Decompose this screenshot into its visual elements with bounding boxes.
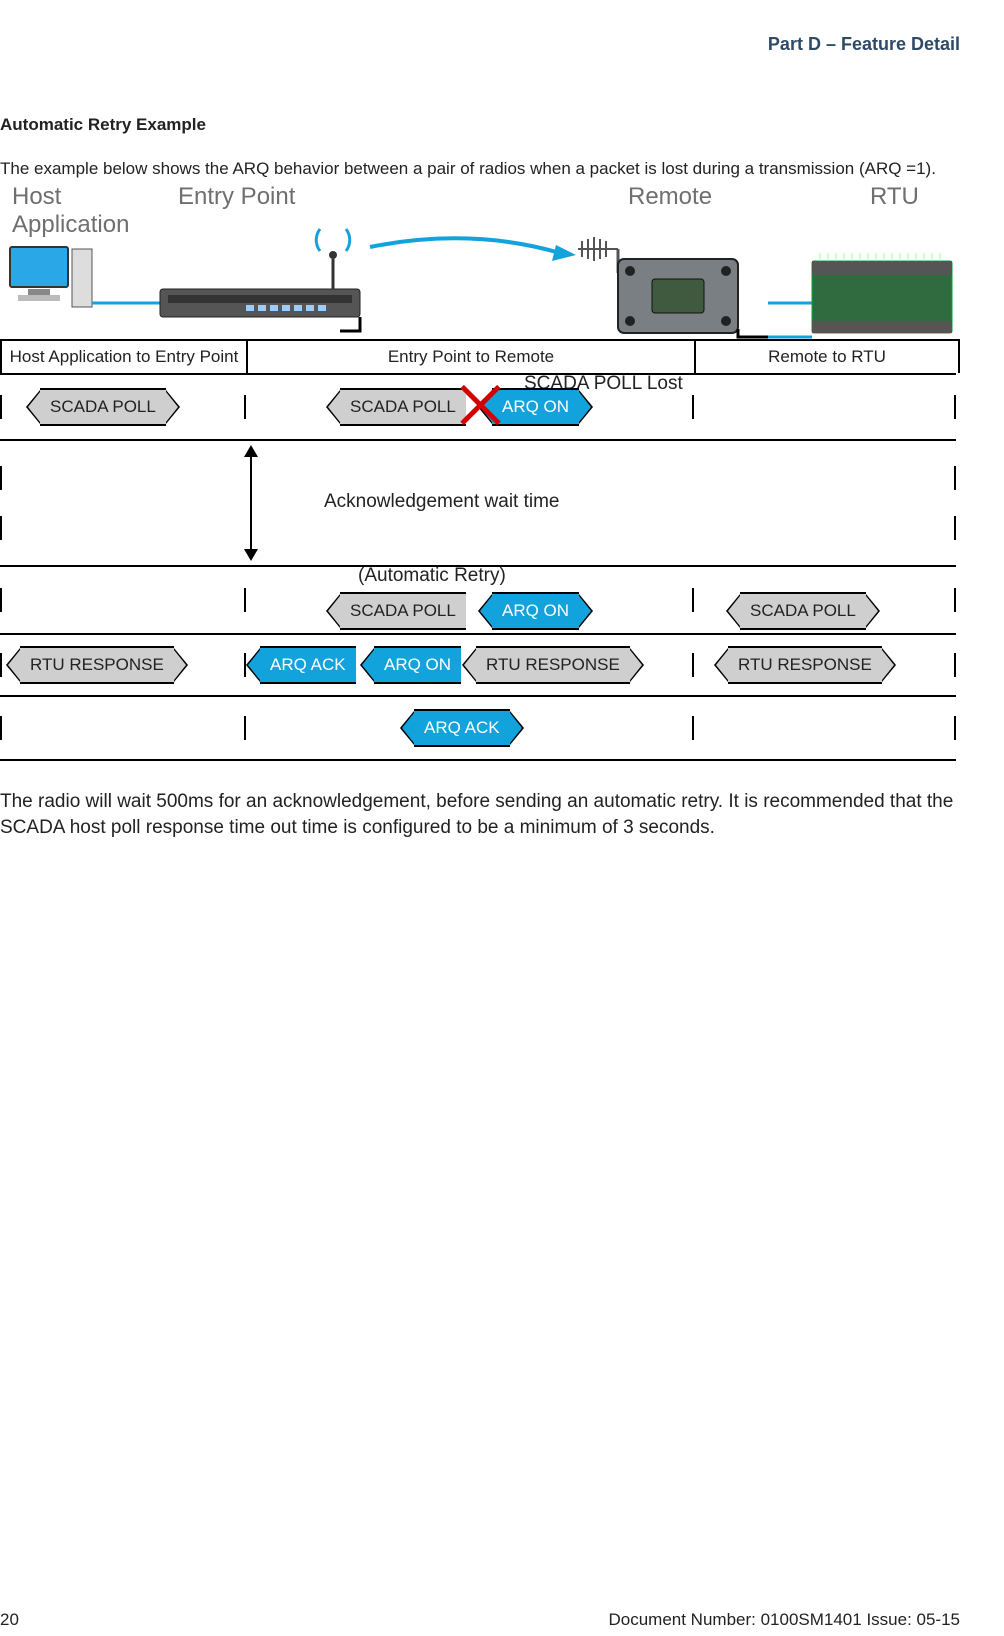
tag-scada-poll-2: SCADA POLL [326,390,466,424]
tag-scada-poll-1: SCADA POLL [26,390,180,424]
tag-rtu-resp-2: RTU RESPONSE [462,648,644,682]
page-footer: 20 Document Number: 0100SM1401 Issue: 05… [0,1610,960,1630]
column-headers: Host Application to Entry Point Entry Po… [0,339,960,373]
tag-rtu-resp-1: RTU RESPONSE [6,648,188,682]
col-header-2: Entry Point to Remote [248,341,696,373]
lane-end [0,759,956,761]
page-title: Automatic Retry Example [0,115,960,135]
tag-arq-ack-1: ARQ ACK [246,648,356,682]
lane-5: ARQ ACK [0,695,956,759]
lane-1: SCADA POLL Lost SCADA POLL SCADA POLL AR… [0,373,956,439]
tag-rtu-resp-3: RTU RESPONSE [714,648,896,682]
closing-text: The radio will wait 500ms for an acknowl… [0,789,960,840]
lane-2: Acknowledgement wait time [0,439,956,565]
tag-arq-ack-2: ARQ ACK [400,711,524,745]
tag-scada-poll-3: SCADA POLL [326,594,466,628]
wait-arrow [250,447,252,559]
intro-text: The example below shows the ARQ behavior… [0,159,960,179]
tag-scada-poll-4: SCADA POLL [726,594,880,628]
page-number: 20 [0,1610,19,1630]
cross-icon [456,381,504,429]
section-header: Part D – Feature Detail [0,34,960,55]
label-remote: Remote [628,183,712,211]
col-header-3: Remote to RTU [696,341,958,373]
device-row: Host Application Entry Point Remote RTU [0,189,960,339]
lane-4: RTU RESPONSE ARQ ACK ARQ ON RTU RESPONSE… [0,633,956,695]
annotation-auto-retry: (Automatic Retry) [358,565,506,587]
label-rtu: RTU [870,183,919,211]
doc-number: Document Number: 0100SM1401 Issue: 05-15 [608,1610,960,1630]
label-entry: Entry Point [178,183,295,211]
devices-illustration [0,189,960,339]
col-header-1: Host Application to Entry Point [2,341,248,373]
label-host: Host Application [12,183,129,239]
annotation-ack-wait: Acknowledgement wait time [324,491,560,513]
tag-arq-on-3: ARQ ON [360,648,461,682]
lane-3: (Automatic Retry) SCADA POLL ARQ ON SCAD… [0,565,956,633]
tag-arq-on-2: ARQ ON [478,594,593,628]
